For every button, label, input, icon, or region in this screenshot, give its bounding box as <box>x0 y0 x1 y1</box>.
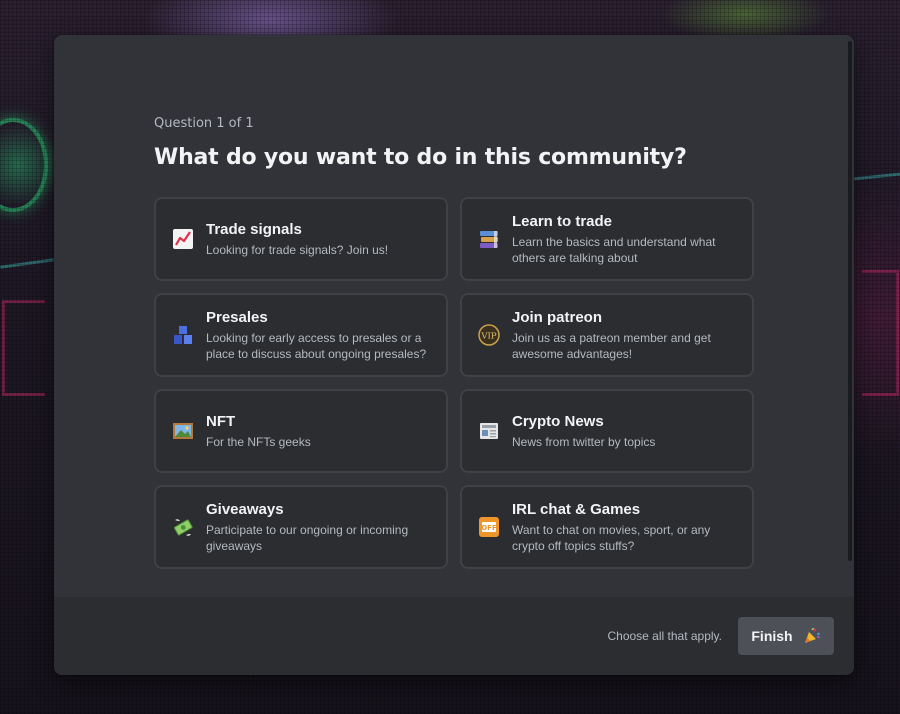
option-description: Looking for early access to presales or … <box>206 331 427 361</box>
question-counter: Question 1 of 1 <box>154 116 254 131</box>
blocks-icon <box>172 324 194 346</box>
option-description: For the NFTs geeks <box>206 435 311 449</box>
modal-footer: Choose all that apply. Finish <box>54 597 854 675</box>
option-title: Join patreon <box>512 309 603 326</box>
option-title: Trade signals <box>206 221 302 238</box>
option-irl-chat-games[interactable]: OFF IRL chat & Games Want to chat on mov… <box>460 485 754 569</box>
option-title: Crypto News <box>512 413 604 430</box>
option-join-patreon[interactable]: VIP Join patreon Join us as a patreon me… <box>460 293 754 377</box>
option-learn-to-trade[interactable]: Learn to trade Learn the basics and unde… <box>460 197 754 281</box>
option-crypto-news[interactable]: Crypto News News from twitter by topics <box>460 389 754 473</box>
books-icon <box>478 228 500 250</box>
scrollbar[interactable] <box>848 41 852 561</box>
option-title: Presales <box>206 309 268 326</box>
choose-all-hint: Choose all that apply. <box>607 629 722 643</box>
option-description: Want to chat on movies, sport, or any cr… <box>512 523 711 553</box>
option-description: Looking for trade signals? Join us! <box>206 243 389 257</box>
newspaper-icon <box>478 420 500 442</box>
chart-increasing-icon <box>172 228 194 250</box>
question-title: What do you want to do in this community… <box>154 145 687 170</box>
options-grid: Trade signals Looking for trade signals?… <box>154 197 754 569</box>
option-title: NFT <box>206 413 236 430</box>
option-giveaways[interactable]: Giveaways Participate to our ongoing or … <box>154 485 448 569</box>
option-description: Learn the basics and understand what oth… <box>512 235 716 265</box>
finish-button[interactable]: Finish <box>738 617 834 655</box>
option-trade-signals[interactable]: Trade signals Looking for trade signals?… <box>154 197 448 281</box>
question-content: Question 1 of 1 What do you want to do i… <box>154 115 754 569</box>
option-title: IRL chat & Games <box>512 501 641 518</box>
money-with-wings-icon <box>172 516 194 538</box>
svg-text:VIP: VIP <box>480 332 496 342</box>
framed-picture-icon <box>172 420 194 442</box>
onboarding-modal: Question 1 of 1 What do you want to do i… <box>54 35 854 675</box>
option-title: Giveaways <box>206 501 284 518</box>
option-description: Participate to our ongoing or incoming g… <box>206 523 409 553</box>
party-popper-icon <box>803 627 821 645</box>
option-nft[interactable]: NFT For the NFTs geeks <box>154 389 448 473</box>
off-sign-icon: OFF <box>478 516 500 538</box>
vip-coin-icon: VIP <box>478 324 500 346</box>
option-description: Join us as a patreon member and get awes… <box>512 331 711 361</box>
option-title: Learn to trade <box>512 213 613 230</box>
option-description: News from twitter by topics <box>512 435 656 449</box>
svg-text:OFF: OFF <box>481 524 497 532</box>
option-presales[interactable]: Presales Looking for early access to pre… <box>154 293 448 377</box>
finish-button-label: Finish <box>751 628 793 644</box>
